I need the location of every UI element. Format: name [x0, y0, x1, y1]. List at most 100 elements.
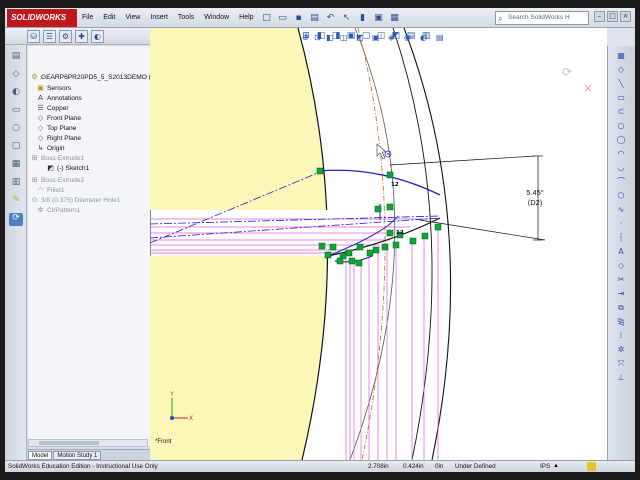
menu-edit[interactable]: Edit — [98, 14, 120, 21]
menu-insert[interactable]: Insert — [145, 14, 173, 21]
tree-item-fillet1[interactable]: ◠ Fillet1 — [36, 186, 64, 196]
relation-markers — [316, 167, 442, 267]
dimxpert-tab-icon[interactable]: ✚ — [75, 29, 88, 43]
tree-item-annotations[interactable]: A Annotations — [36, 94, 82, 104]
front-view-icon[interactable]: ▢ — [360, 30, 372, 42]
tree-item-boss-extrude1[interactable]: ⊞ Boss-Extrude1 — [30, 154, 85, 164]
normal-to-icon[interactable]: ◩ — [390, 30, 402, 42]
options-icon[interactable]: ▣ — [372, 11, 386, 25]
file-properties-icon[interactable]: ▦ — [388, 11, 402, 25]
move-icon[interactable]: ⤧ — [614, 358, 628, 369]
top-view-icon[interactable]: ▣ — [345, 30, 357, 42]
circle-tool-icon[interactable]: ○ — [9, 123, 23, 136]
centerline-icon[interactable]: ┆ — [614, 232, 628, 243]
relation-icon[interactable]: ⊥ — [614, 372, 628, 383]
scroll-thumb[interactable] — [39, 441, 99, 445]
graphics-area[interactable]: Y X ⊕ ⊡ ◧ ◫ ◩ ▣ ◈ ◉ ◐ ▤ ⟳ × 5.45° (D2) 1… — [150, 28, 607, 460]
shaded-icon[interactable]: ▥ — [420, 30, 432, 42]
perimeter-circle-icon[interactable]: ◯ — [614, 134, 628, 145]
tree-item-front-plane[interactable]: ◇ Front Plane — [36, 114, 81, 124]
tree-item-right-plane[interactable]: ◇ Right Plane — [36, 134, 81, 144]
units-chevron-icon[interactable]: ▲ — [553, 461, 559, 472]
trim-tool-icon[interactable]: ▢ — [9, 141, 23, 154]
tree-root[interactable]: ⚙ GEARP6PR20PD5_5_S2013DEMO ( — [30, 73, 151, 83]
mirror-tool-icon[interactable]: ▥ — [9, 177, 23, 190]
sketch-icon[interactable]: ▦ — [614, 50, 628, 61]
right-view-icon[interactable]: ◫ — [375, 30, 387, 42]
tree-item-boss-extrude2[interactable]: ⊞ Boss-Extrude2 — [30, 176, 85, 186]
menu-window[interactable]: Window — [199, 14, 234, 21]
sketch-tool-icon[interactable]: ▤ — [9, 51, 23, 64]
relation-tag: 12 — [396, 230, 404, 236]
tree-item-cirpattern1[interactable]: ✲ CirPattern1 — [36, 206, 81, 216]
line-tool-icon[interactable]: ◐ — [9, 87, 23, 100]
mirror-icon[interactable]: ⧎ — [614, 316, 628, 327]
configurationmanager-tab-icon[interactable]: ⚙ — [59, 29, 72, 43]
tangent-arc-icon[interactable]: ◡ — [614, 162, 628, 173]
close-icon[interactable]: × — [620, 11, 631, 22]
select-icon[interactable]: ↖ — [340, 11, 354, 25]
tree-item-sketch1[interactable]: ◩ (-) Sketch1 — [46, 164, 89, 174]
help-icon[interactable] — [587, 462, 596, 471]
tree-item-material[interactable]: ☰ Copper — [36, 104, 68, 114]
x-coordinate: 2.708in — [368, 463, 389, 470]
display-manager-tab-icon[interactable]: ◐ — [91, 29, 104, 43]
featuremanager-tab-icon[interactable]: ⛁ — [27, 29, 40, 43]
circular-pattern-icon[interactable]: ✲ — [614, 344, 628, 355]
circle-icon[interactable]: ○ — [614, 120, 628, 131]
tree-horizontal-scrollbar[interactable] — [28, 439, 148, 447]
bottom-tabs: Model Motion Study 1 — [27, 449, 150, 460]
text-icon[interactable]: A — [614, 246, 628, 257]
rectangle-icon[interactable]: ▭ — [614, 92, 628, 103]
menu-tools[interactable]: Tools — [173, 14, 199, 21]
smart-dimension-icon[interactable]: ◇ — [614, 64, 628, 75]
line-icon[interactable]: ╲ — [614, 78, 628, 89]
slot-icon[interactable]: ⊂ — [614, 106, 628, 117]
restore-icon[interactable]: □ — [607, 11, 618, 22]
iso-view-icon[interactable]: ◨ — [330, 30, 342, 42]
three-point-arc-icon[interactable]: ⌒ — [614, 176, 628, 187]
undo-icon[interactable]: ↶ — [324, 11, 338, 25]
point-icon[interactable]: · — [614, 218, 628, 229]
trim-icon[interactable]: ✂ — [614, 274, 628, 285]
sketch-fillet-icon[interactable]: ✎ — [9, 195, 23, 208]
tab-model[interactable]: Model — [28, 450, 53, 460]
view-cube-icon[interactable]: ◧ — [315, 30, 327, 42]
linear-pattern-icon[interactable]: ⁞ — [614, 330, 628, 341]
plane-icon[interactable]: ◇ — [614, 260, 628, 271]
units-selector[interactable]: IPS — [540, 461, 550, 472]
offset-icon[interactable]: ⧉ — [614, 302, 628, 313]
tree-item-origin[interactable]: ↳ Origin — [36, 144, 65, 154]
menu-help[interactable]: Help — [234, 14, 258, 21]
tree-item-hole1[interactable]: ⊙ 3/8 (0.375) Diameter Hole1 — [30, 196, 121, 206]
angle-dimension[interactable]: 5.45° (D2) — [520, 188, 550, 208]
zoom-icon[interactable]: ⊞ — [300, 30, 312, 42]
rectangle-tool-icon[interactable]: ▭ — [9, 105, 23, 118]
search-input[interactable]: ⌕ Search SolidWorks H — [495, 11, 589, 25]
relations-tool-icon[interactable]: ▦ — [9, 159, 23, 172]
open-icon[interactable]: ▭ — [276, 11, 290, 25]
menu-file[interactable]: File — [77, 14, 98, 21]
rebuild-icon[interactable]: ▮ — [356, 11, 370, 25]
menu-view[interactable]: View — [120, 14, 145, 21]
extend-icon[interactable]: ⇥ — [614, 288, 628, 299]
new-document-icon[interactable]: □ — [260, 11, 274, 25]
relation-tag: 12 — [391, 182, 399, 188]
part-icon: ⚙ — [31, 74, 38, 81]
tab-motion-study[interactable]: Motion Study 1 — [53, 450, 102, 460]
dimension-value: 5.45° — [526, 188, 544, 197]
polygon-icon[interactable]: ⬡ — [614, 190, 628, 201]
centerpoint-arc-icon[interactable]: ◠ — [614, 148, 628, 159]
spline-icon[interactable]: ∿ — [614, 204, 628, 215]
print-icon[interactable]: ▤ — [308, 11, 322, 25]
smart-dimension-icon[interactable]: ◇ — [9, 69, 23, 82]
tree-item-top-plane[interactable]: ◇ Top Plane — [36, 124, 77, 134]
confirmation-corner: ⟳ × — [562, 65, 593, 95]
sketch-canvas[interactable]: Y X ⊕ ⊡ ◧ ◫ ◩ ▣ ◈ ◉ ◐ ▤ ⟳ × — [150, 28, 607, 460]
tree-item-sensors[interactable]: ▣ Sensors — [36, 84, 71, 94]
save-icon[interactable]: ▪ — [292, 11, 306, 25]
exit-sketch-icon[interactable]: ⟳ — [9, 213, 23, 226]
minimize-icon[interactable]: – — [594, 11, 605, 22]
wireframe-icon[interactable]: ▤ — [405, 30, 417, 42]
propertymanager-tab-icon[interactable]: ☰ — [43, 29, 56, 43]
